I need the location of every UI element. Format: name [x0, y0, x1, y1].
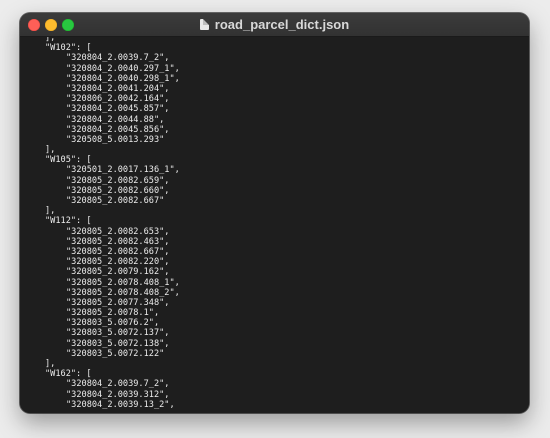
code-line: "320501_2.0017.136_1", — [66, 165, 180, 176]
code-line: "W105": [ — [45, 155, 92, 166]
code-line: "320804_2.0039.7_2", — [66, 53, 170, 64]
desktop: road_parcel_dict.json ], "W102": ["320804… — [0, 0, 550, 438]
terminal-window[interactable]: road_parcel_dict.json ], "W102": ["320804… — [20, 13, 529, 413]
code-line: "320803_5.0072.122" — [66, 348, 165, 359]
code-line: "320804_2.0039.13_2", — [66, 399, 175, 410]
code-line: "320804_2.0045.856", — [66, 124, 170, 135]
window-title: road_parcel_dict.json — [20, 13, 529, 36]
code-line: "320805_2.0082.463", — [66, 236, 170, 247]
zoom-button[interactable] — [62, 19, 74, 31]
code-line: "320804_2.0039.312", — [66, 389, 170, 400]
code-line: "320804_2.0040.298_1", — [66, 73, 180, 84]
code-line: "320805_2.0079.162", — [66, 267, 170, 278]
code-line: "320805_2.0082.220", — [66, 257, 170, 268]
code-line: ], — [45, 359, 56, 369]
code-line: ], — [45, 206, 56, 217]
code-line: "320804_2.0044.88", — [66, 114, 165, 125]
code-line: "320806_2.0042.164", — [66, 94, 170, 105]
code-line: "320803_5.0072.137", — [66, 328, 170, 339]
code-line: "320805_2.0082.667", — [66, 246, 170, 257]
code-line: "W102": [ — [45, 43, 92, 54]
code-line: "320805_2.0082.653", — [66, 226, 170, 237]
file-content[interactable]: ], "W102": ["320804_2.0039.7_2", "320804_2… — [20, 37, 529, 413]
json-code-view: ], "W102": ["320804_2.0039.7_2", "320804_2… — [45, 37, 180, 410]
code-line: "320805_2.0078.408_2", — [66, 287, 180, 298]
window-title-text: road_parcel_dict.json — [214, 17, 350, 32]
code-line: "320805_2.0078.1", — [66, 308, 160, 319]
code-line: "320804_2.0039.7_2", — [66, 379, 170, 390]
close-button[interactable] — [28, 19, 40, 31]
code-line: "320805_2.0082.660", — [66, 185, 170, 196]
code-line: "320803_5.0076.2", — [66, 318, 160, 329]
title-bar[interactable]: road_parcel_dict.json — [20, 13, 529, 37]
code-line: "320805_2.0078.408_1", — [66, 277, 180, 288]
code-line: "320508_5.0013.293" — [66, 134, 165, 145]
code-line: "320803_5.0072.138", — [66, 338, 170, 349]
code-line: "320804_2.0041.204", — [66, 83, 170, 94]
code-line: "W162": [ — [45, 369, 92, 380]
code-line: "320804_2.0045.857", — [66, 104, 170, 115]
code-line: "320804_2.0040.297_1", — [66, 63, 180, 74]
code-line: "320805_2.0082.659", — [66, 175, 170, 186]
minimize-button[interactable] — [45, 19, 57, 31]
code-line: "W112": [ — [45, 216, 92, 227]
code-line: "320805_2.0077.348", — [66, 297, 170, 308]
document-icon — [199, 19, 209, 30]
code-line: ], — [45, 145, 56, 156]
code-line: "320805_2.0082.667" — [66, 196, 165, 206]
